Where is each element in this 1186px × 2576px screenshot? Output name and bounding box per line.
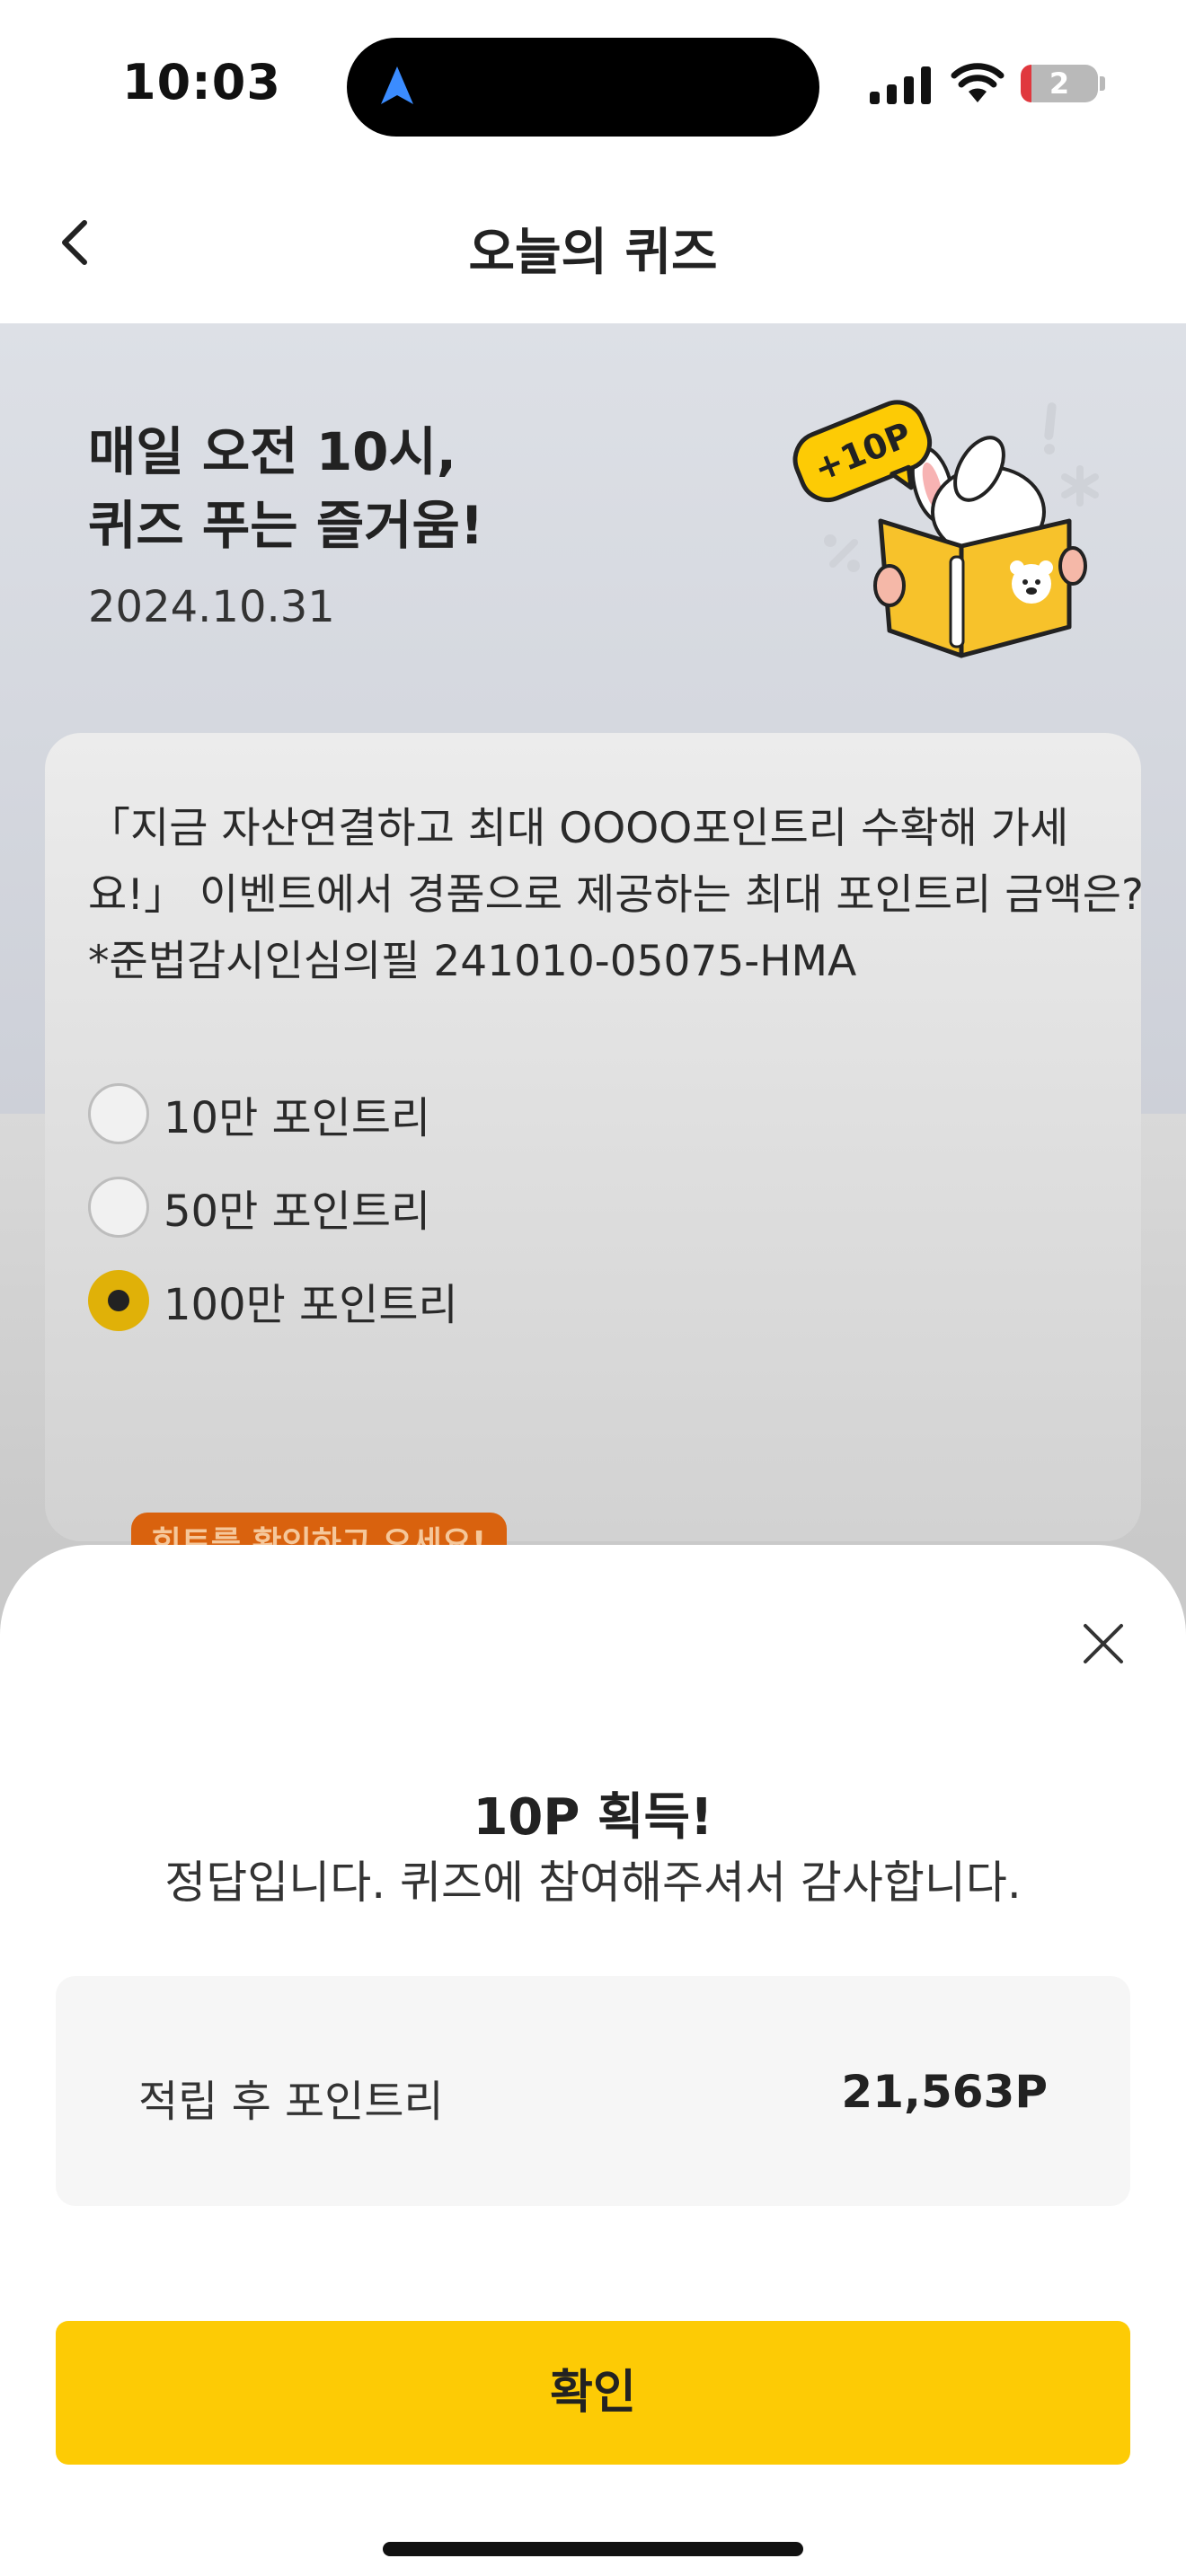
close-button[interactable] — [1076, 1617, 1130, 1671]
hero-title: 매일 오전 10시, 퀴즈 푸는 즐거움! — [88, 415, 483, 562]
battery-icon: 2 — [1021, 65, 1098, 102]
status-bar: 10:03 2 — [0, 0, 1186, 162]
radio-button[interactable] — [88, 1177, 149, 1238]
answer-option-2[interactable]: 50만 포인트리 — [88, 1173, 430, 1241]
radio-button-selected[interactable] — [88, 1270, 149, 1331]
quiz-question-line1: 「지금 자산연결하고 최대 OOOO포인트리 수확해 가세 — [88, 804, 1069, 853]
close-icon — [1084, 1624, 1123, 1663]
reward-message: 정답입니다. 퀴즈에 참여해주셔서 감사합니다. — [164, 1857, 1022, 1909]
answer-option-3[interactable]: 100만 포인트리 — [88, 1266, 458, 1335]
quiz-question-line2: 요!」 이벤트에서 경품으로 제공하는 최대 포인트리 금액은? — [88, 870, 1144, 920]
location-arrow-icon — [381, 66, 413, 104]
battery-cap — [1100, 76, 1105, 91]
confirm-button[interactable]: 확인 — [56, 2321, 1130, 2465]
answer-option-label: 50만 포인트리 — [164, 1187, 431, 1237]
answer-option-label: 10만 포인트리 — [164, 1093, 431, 1143]
points-value: 21,563P — [841, 2066, 1048, 2118]
signal-icon — [870, 66, 931, 104]
quiz-question: 「지금 자산연결하고 최대 OOOO포인트리 수확해 가세 요!」 이벤트에서 … — [88, 796, 1144, 995]
points-label: 적립 후 포인트리 — [138, 2077, 444, 2127]
reward-title: 10P 획득! — [473, 1788, 713, 1847]
quiz-date: 2024.10.31 — [88, 582, 335, 632]
quiz-card: 「지금 자산연결하고 최대 OOOO포인트리 수확해 가세 요!」 이벤트에서 … — [45, 733, 1144, 1541]
answer-option-label: 100만 포인트리 — [164, 1280, 458, 1330]
home-indicator — [383, 2542, 803, 2556]
hero-title-line2: 퀴즈 푸는 즐거움! — [88, 495, 484, 556]
dynamic-island — [347, 38, 819, 137]
wifi-icon — [951, 63, 1005, 102]
result-bottom-sheet: 10P 획득! 정답입니다. 퀴즈에 참여해주셔서 감사합니다. 적립 후 포인… — [0, 1545, 1186, 2576]
points-summary-box: 적립 후 포인트리 21,563P — [56, 1976, 1130, 2206]
status-time: 10:03 — [122, 54, 281, 110]
header: 오늘의 퀴즈 — [0, 162, 1186, 323]
quiz-question-line3: *준법감시인심의필 241010-05075-HMA — [88, 937, 857, 986]
hero-title-line1: 매일 오전 10시, — [88, 421, 456, 482]
answer-option-1[interactable]: 10만 포인트리 — [88, 1080, 430, 1148]
rabbit-reading-book-illustration: +10P — [792, 400, 1099, 658]
page-title: 오늘의 퀴즈 — [468, 224, 718, 282]
radio-button[interactable] — [88, 1083, 149, 1144]
battery-level: 2 — [1049, 66, 1070, 101]
